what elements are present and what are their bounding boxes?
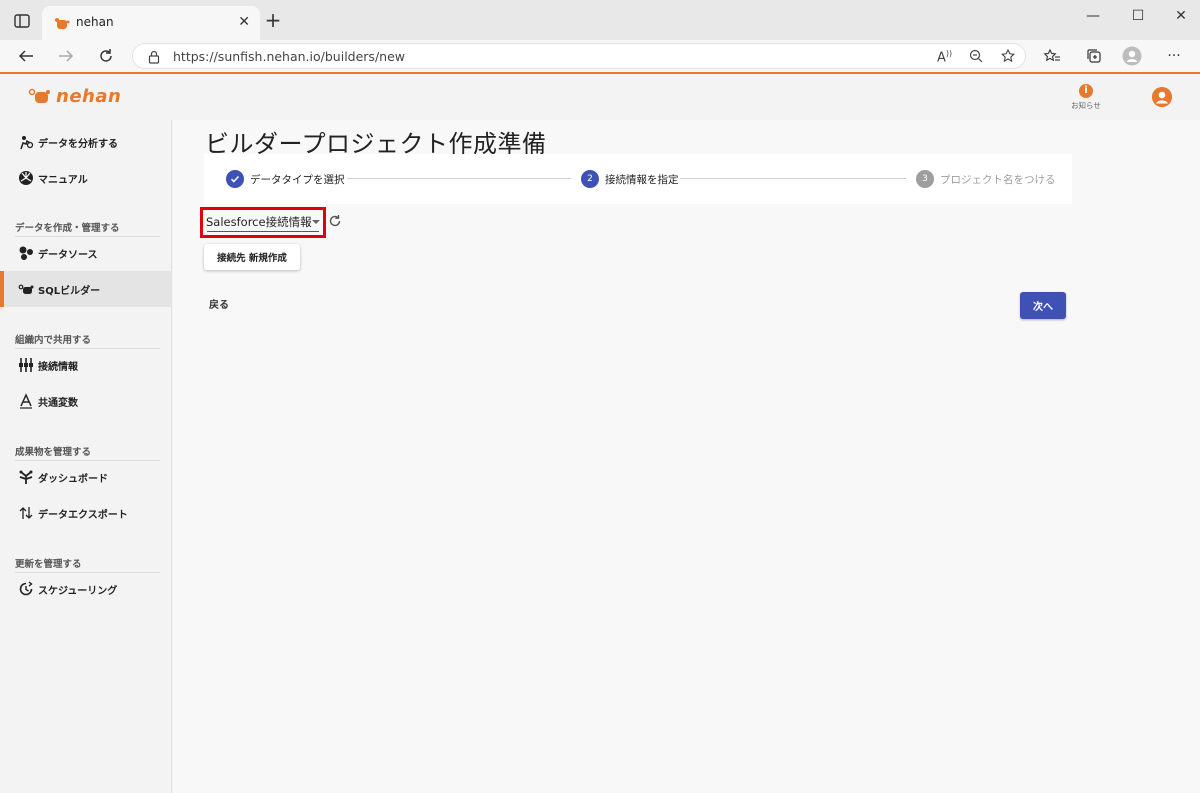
more-menu-icon[interactable]: ··· xyxy=(1164,46,1184,66)
sidebar-item-manual[interactable]: マニュアル xyxy=(0,160,172,196)
zoom-out-icon[interactable] xyxy=(969,49,983,67)
dropdown-arrow-icon xyxy=(312,220,320,224)
lock-icon xyxy=(147,49,161,64)
notification-button[interactable]: i お知らせ xyxy=(1068,84,1104,111)
url-text: https://sunfish.nehan.io/builders/new xyxy=(173,49,405,64)
connection-select[interactable]: Salesforce接続情報 xyxy=(200,207,326,238)
step-connection-info: 2 接続情報を指定 xyxy=(581,170,679,188)
url-input[interactable]: https://sunfish.nehan.io/builders/new A)… xyxy=(132,43,1026,69)
sidebar-item-label: 共通変数 xyxy=(38,397,78,409)
browser-tab[interactable]: nehan ✕ xyxy=(42,6,260,40)
sidebar-item-label: データエクスポート xyxy=(38,509,128,521)
refresh-icon[interactable] xyxy=(327,213,343,229)
sidebar-item-label: ダッシュボード xyxy=(38,473,108,485)
sidebar-item-connections[interactable]: 接続情報 xyxy=(0,347,172,383)
step-label: 接続情報を指定 xyxy=(605,173,679,186)
tab-title: nehan xyxy=(76,15,114,29)
notification-label: お知らせ xyxy=(1071,101,1101,110)
dashboard-icon xyxy=(18,469,34,485)
step-label: プロジェクト名をつける xyxy=(940,173,1056,186)
next-button[interactable]: 次へ xyxy=(1020,292,1066,319)
profile-icon[interactable] xyxy=(1122,46,1142,66)
favorites-icon[interactable] xyxy=(1042,46,1062,66)
sql-builder-icon xyxy=(18,281,34,297)
sidebar-item-shared-variables[interactable]: 共通変数 xyxy=(0,383,172,419)
main-content: ビルダープロジェクト作成準備 データタイプを選択 2 接続情報を指定 3 プロジ… xyxy=(173,120,1200,793)
sidebar-item-dashboard[interactable]: ダッシュボード xyxy=(0,459,172,495)
step-project-name: 3 プロジェクト名をつける xyxy=(916,170,1056,188)
sidebar: データを分析する マニュアル データを作成・管理する データソース SQLビルダ… xyxy=(0,120,172,793)
read-aloud-icon[interactable]: A)) xyxy=(937,49,952,65)
back-arrow-icon[interactable] xyxy=(14,45,38,67)
sidebar-item-analyze[interactable]: データを分析する xyxy=(0,124,172,160)
reload-icon[interactable] xyxy=(94,45,118,67)
step-number: 2 xyxy=(581,170,599,188)
stepper: データタイプを選択 2 接続情報を指定 3 プロジェクト名をつける xyxy=(204,154,1072,204)
sidebar-item-sql-builder[interactable]: SQLビルダー xyxy=(0,271,172,307)
sidebar-item-datasource[interactable]: データソース xyxy=(0,235,172,271)
schedule-icon xyxy=(18,581,34,597)
connection-icon xyxy=(18,357,34,373)
datasource-icon xyxy=(18,245,34,261)
sidebar-item-label: スケジューリング xyxy=(38,585,118,597)
sidebar-item-label: 接続情報 xyxy=(38,361,78,373)
sidebar-item-data-export[interactable]: データエクスポート xyxy=(0,495,172,531)
sidebar-item-label: マニュアル xyxy=(38,174,88,186)
back-button[interactable]: 戻る xyxy=(209,296,229,311)
new-connection-button[interactable]: 接続先 新規作成 xyxy=(204,244,300,270)
nehan-favicon-icon xyxy=(54,16,70,30)
variable-icon xyxy=(18,393,34,409)
tab-close-icon[interactable]: ✕ xyxy=(238,14,250,30)
window-close-button[interactable]: ✕ xyxy=(1166,8,1196,24)
tab-actions-icon[interactable] xyxy=(10,10,34,32)
select-underline xyxy=(207,231,319,232)
nehan-logo[interactable]: nehan xyxy=(28,86,121,107)
export-icon xyxy=(18,505,34,521)
connection-select-value: Salesforce接続情報 xyxy=(206,215,312,229)
nehan-logo-icon xyxy=(28,88,50,103)
user-account-icon[interactable] xyxy=(1152,87,1172,107)
sidebar-item-scheduling[interactable]: スケジューリング xyxy=(0,571,172,607)
sidebar-item-label: データを分析する xyxy=(38,138,118,150)
sidebar-item-label: データソース xyxy=(38,249,98,261)
maximize-button[interactable]: ☐ xyxy=(1123,8,1153,24)
manual-icon xyxy=(18,170,34,186)
new-tab-button[interactable]: + xyxy=(262,9,284,31)
step-label: データタイプを選択 xyxy=(250,173,345,186)
check-icon xyxy=(226,170,244,188)
step-connector xyxy=(347,178,571,179)
add-favorite-icon[interactable] xyxy=(1000,48,1017,67)
info-icon: i xyxy=(1079,84,1093,98)
analyze-icon xyxy=(18,134,34,150)
collections-icon[interactable] xyxy=(1084,46,1104,66)
browser-address-bar: https://sunfish.nehan.io/builders/new A)… xyxy=(0,40,1200,72)
app-header: nehan i お知らせ xyxy=(0,74,1200,120)
browser-tab-bar: nehan ✕ + — ☐ ✕ xyxy=(0,0,1200,40)
logo-text: nehan xyxy=(56,86,122,107)
step-number: 3 xyxy=(916,170,934,188)
forward-arrow-icon[interactable] xyxy=(54,45,78,67)
minimize-button[interactable]: — xyxy=(1078,8,1108,24)
step-connector xyxy=(680,178,906,179)
step-select-datatype: データタイプを選択 xyxy=(226,170,345,188)
sidebar-item-label: SQLビルダー xyxy=(38,285,101,297)
